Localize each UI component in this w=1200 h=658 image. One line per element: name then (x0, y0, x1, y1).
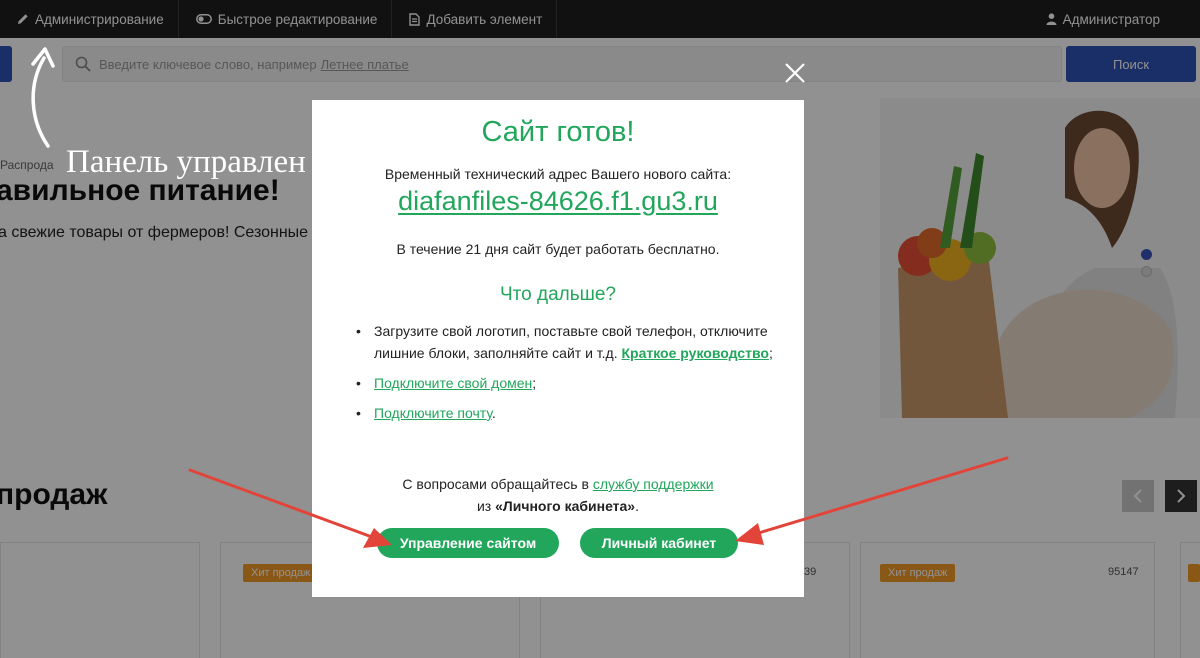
next-steps-list: Загрузите свой логотип, поставьте свой т… (356, 320, 776, 432)
modal-title: Сайт готов! (481, 116, 635, 148)
list-item-end: . (491, 405, 496, 421)
list-item: Подключите почту. (356, 402, 776, 424)
support-link[interactable]: службу поддержки (593, 476, 714, 492)
site-ready-modal: Сайт готов! Временный технический адрес … (312, 100, 804, 597)
personal-cabinet-button[interactable]: Личный кабинет (580, 528, 738, 558)
close-icon[interactable] (782, 60, 808, 86)
list-item-end: ; (532, 375, 537, 391)
connect-mail-link[interactable]: Подключите почту (374, 405, 492, 421)
temp-address-text: Временный технический адрес Вашего новог… (384, 166, 732, 182)
free-period-text: В течение 21 дня сайт будет работать бес… (396, 241, 720, 257)
site-url-link[interactable]: diafanfiles-84626.f1.gu3.ru (312, 186, 804, 217)
contact-text-before: С вопросами обращайтесь в (402, 476, 589, 492)
list-item-end: ; (768, 345, 773, 361)
next-steps-title: Что дальше? (499, 284, 616, 305)
list-item: Загрузите свой логотип, поставьте свой т… (356, 320, 776, 364)
contact-text-end: . (635, 498, 639, 514)
cabinet-bold-text: «Личного кабинета» (495, 498, 636, 514)
manage-site-button[interactable]: Управление сайтом (377, 528, 559, 558)
list-item: Подключите свой домен; (356, 372, 776, 394)
guide-link[interactable]: Краткое руководство (622, 345, 769, 361)
contact-text-from: из (476, 498, 492, 514)
panel-annotation: Панель управлен (66, 144, 306, 180)
contact-text: С вопросами обращайтесь в службу поддерж… (312, 473, 804, 517)
connect-domain-link[interactable]: Подключите свой домен (374, 375, 532, 391)
